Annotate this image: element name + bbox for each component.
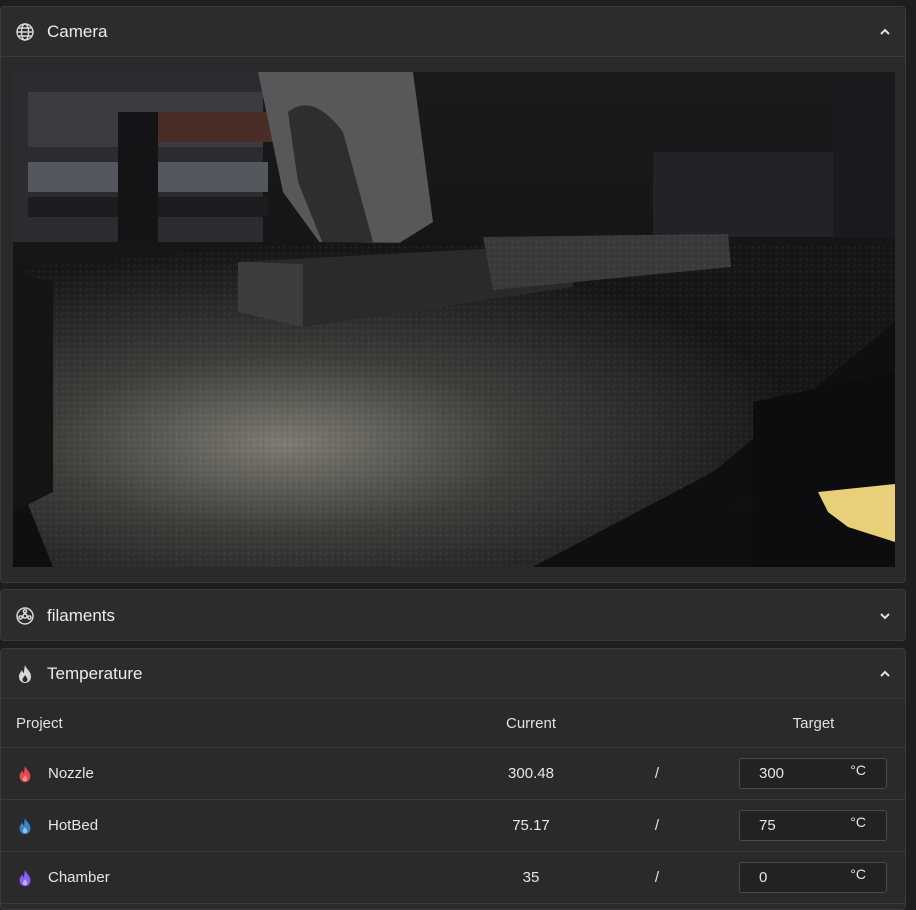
chevron-up-icon[interactable] <box>877 666 893 682</box>
row-name: Chamber <box>48 869 110 886</box>
filaments-panel: filaments <box>0 589 906 641</box>
target-input[interactable] <box>740 868 851 887</box>
camera-panel-header[interactable]: Camera <box>1 7 905 57</box>
camera-panel: Camera <box>0 6 906 583</box>
table-row: HotBed 75.17 / °C <box>1 800 905 852</box>
row-name: Nozzle <box>48 765 94 782</box>
target-field[interactable]: °C <box>739 758 887 789</box>
globe-icon <box>15 22 35 42</box>
unit-label: °C <box>850 866 866 882</box>
row-name: HotBed <box>48 817 99 834</box>
current-value: 75.17 <box>512 817 550 834</box>
flame-icon <box>16 869 34 887</box>
flame-icon <box>15 664 35 684</box>
header-target: Target <box>792 714 835 732</box>
filaments-panel-title: filaments <box>47 606 116 625</box>
temperature-panel: Temperature Project Current Target Nozzl… <box>0 648 906 910</box>
target-input[interactable] <box>740 816 851 835</box>
camera-panel-title: Camera <box>47 21 108 41</box>
table-row: Chamber 35 / °C <box>1 852 905 904</box>
header-current: Current <box>505 714 557 732</box>
spool-icon <box>15 606 35 626</box>
target-field[interactable]: °C <box>739 810 887 841</box>
current-value: 300.48 <box>508 765 554 782</box>
current-value: 35 <box>522 869 540 886</box>
flame-icon <box>16 817 34 835</box>
separator: / <box>654 765 660 782</box>
target-input[interactable] <box>740 764 851 783</box>
separator: / <box>654 817 660 834</box>
filaments-panel-header[interactable]: filaments <box>1 590 905 640</box>
camera-feed[interactable] <box>13 72 895 567</box>
unit-label: °C <box>850 762 866 778</box>
temperature-panel-title: Temperature <box>47 663 143 683</box>
chevron-down-icon[interactable] <box>877 608 893 624</box>
flame-icon <box>16 765 34 783</box>
temperature-table-header: Project Current Target <box>1 699 905 748</box>
table-row: Nozzle 300.48 / °C <box>1 748 905 800</box>
chevron-up-icon[interactable] <box>877 24 893 40</box>
unit-label: °C <box>850 814 866 830</box>
separator: / <box>654 869 660 886</box>
target-field[interactable]: °C <box>739 862 887 893</box>
temperature-panel-header[interactable]: Temperature <box>1 649 905 699</box>
header-project: Project <box>16 714 63 732</box>
